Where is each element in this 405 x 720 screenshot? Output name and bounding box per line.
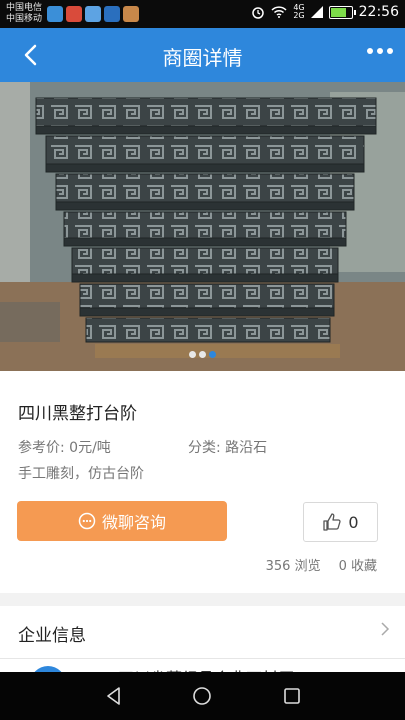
product-description: 手工雕刻，仿古台阶	[18, 466, 144, 482]
price-label: 参考价:	[18, 440, 65, 456]
app-notification-icon	[47, 6, 63, 22]
notification-icons	[47, 6, 139, 22]
category-row: 分类: 路沿石	[188, 437, 267, 457]
divider	[0, 658, 405, 659]
status-bar: 中国电信 中国移动 4G 2G 22:56	[0, 0, 405, 28]
product-photo	[0, 82, 405, 371]
alarm-icon	[252, 7, 265, 19]
chat-consult-label: 微聊咨询	[101, 513, 166, 532]
price-row: 参考价: 0元/吨	[18, 437, 111, 457]
carrier-labels: 中国电信 中国移动	[6, 3, 42, 25]
product-name: 四川黑整打台阶	[18, 404, 137, 424]
product-stats: 356 浏览 0 收藏	[266, 555, 377, 574]
chevron-right-icon	[381, 622, 390, 636]
nav-recent-icon[interactable]	[283, 687, 301, 705]
status-right: 4G 2G 22:56	[251, 4, 399, 20]
nav-home-icon[interactable]	[192, 686, 212, 706]
chat-consult-button[interactable]: 微聊咨询	[17, 501, 227, 541]
category-label: 分类:	[188, 440, 221, 456]
app-notification-icon	[85, 6, 101, 22]
product-image-carousel[interactable]	[0, 82, 405, 371]
carousel-dot[interactable]	[189, 351, 196, 358]
like-button[interactable]: 0	[303, 502, 378, 542]
price-value: 0元/吨	[69, 440, 111, 456]
carousel-indicator	[189, 351, 216, 358]
battery-icon	[328, 5, 356, 19]
carrier-1: 中国电信	[6, 3, 43, 13]
favorite-count: 0 收藏	[338, 559, 377, 574]
app-notification-icon	[66, 6, 82, 22]
app-notification-icon	[104, 6, 120, 22]
nav-back-icon[interactable]	[104, 686, 124, 706]
carousel-dot-active[interactable]	[209, 351, 216, 358]
like-count: 0	[348, 512, 359, 532]
network-labels: 4G 2G	[293, 4, 304, 20]
header-bar: 商圈详情	[0, 28, 405, 82]
network-type-2: 2G	[293, 11, 305, 20]
category-value: 路沿石	[225, 440, 268, 456]
carrier-2: 中国移动	[6, 14, 43, 24]
product-info-card: 四川黑整打台阶 参考价: 0元/吨 分类: 路沿石 手工雕刻，仿古台阶 微聊咨询…	[0, 371, 405, 593]
more-icon[interactable]	[367, 48, 393, 54]
thumb-up-icon	[323, 513, 342, 531]
enterprise-section-title: 企业信息	[18, 626, 86, 646]
view-count: 356 浏览	[265, 559, 321, 574]
status-time: 22:56	[358, 4, 399, 20]
chat-icon	[78, 512, 96, 530]
carousel-dot[interactable]	[199, 351, 206, 358]
wifi-icon	[271, 6, 287, 18]
app-notification-icon	[123, 6, 139, 22]
page-title: 商圈详情	[162, 46, 243, 70]
system-nav-bar	[0, 672, 405, 720]
signal-icon	[310, 6, 323, 18]
